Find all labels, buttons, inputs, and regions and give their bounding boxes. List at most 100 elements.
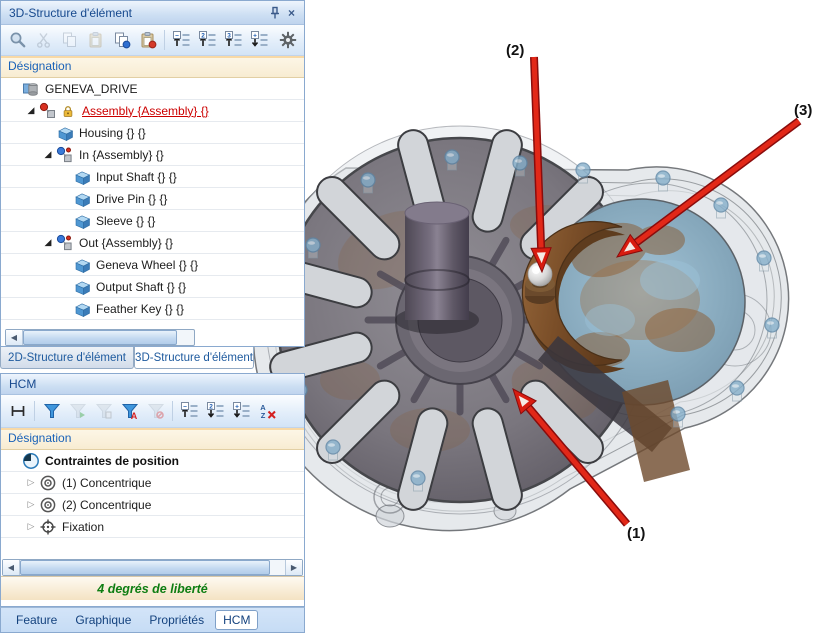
cut-button[interactable] [31, 28, 56, 53]
tree-row[interactable]: Input Shaft {} {} [1, 166, 304, 188]
close-icon[interactable]: × [283, 5, 300, 21]
constraints-icon [21, 452, 41, 470]
paste-button[interactable] [83, 28, 108, 53]
svg-text:A: A [130, 411, 137, 420]
bottom-tab-graphique[interactable]: Graphique [68, 611, 138, 629]
tree-item-label: Geneva Wheel {} {} [96, 258, 198, 272]
copy-special-icon [113, 31, 131, 49]
tree-row[interactable]: ▷ Fixation [1, 516, 304, 538]
sort-remove-icon: AZ [259, 402, 277, 420]
annotation-label-3: (3) [794, 102, 812, 119]
cut-icon [35, 31, 53, 49]
paste-special-icon [139, 31, 157, 49]
filter-warning-button[interactable]: A [117, 399, 142, 424]
tree-up-3-icon: 3 [225, 31, 243, 49]
tree-row[interactable]: Output Shaft {} {} [1, 276, 304, 298]
tree-item-label: (1) Concentrique [62, 476, 151, 490]
filter-stop-button[interactable] [143, 399, 168, 424]
expand-level-2-button[interactable]: 2 [195, 28, 220, 53]
scroll-thumb[interactable] [20, 560, 270, 575]
tree-row[interactable]: ◢ Out {Assembly} {} [1, 232, 304, 254]
hcm-titlebar: HCM [1, 374, 304, 395]
scroll-left-icon[interactable]: ◀ [6, 330, 23, 345]
tree-item-label: Output Shaft {} {} [96, 280, 186, 294]
scroll-track[interactable] [270, 560, 285, 575]
tree-up-minus-icon: − [181, 402, 199, 420]
expander-icon[interactable]: ▷ [24, 477, 38, 488]
tree-row[interactable]: Feather Key {} {} [1, 298, 304, 320]
annotation-label-2: (2) [506, 42, 524, 59]
assembly-sub-icon [55, 234, 75, 252]
tree-item-label: Contraintes de position [45, 454, 179, 468]
svg-text:3: 3 [227, 33, 231, 40]
funnel-warn-icon: A [121, 402, 139, 420]
tree-row[interactable]: Geneva Wheel {} {} [1, 254, 304, 276]
filter-doc-button[interactable] [91, 399, 116, 424]
filter-active-button[interactable] [39, 399, 64, 424]
funnel-blue-icon [43, 402, 61, 420]
expander-icon[interactable]: ◢ [41, 237, 55, 248]
structure-tree: GENEVA_DRIVE ◢ Assembly {Assembly} {} Housi… [1, 78, 304, 320]
search-icon [9, 31, 27, 49]
tree-item-label: Assembly {Assembly} {} [82, 104, 209, 118]
tree-row[interactable]: Sleeve {} {} [1, 210, 304, 232]
panel-3d-structure-titlebar: 3D-Structure d'élément × [1, 1, 304, 25]
remove-sort-button[interactable]: AZ [255, 399, 280, 424]
tree-row[interactable]: ◢ Assembly {Assembly} {} [1, 100, 304, 122]
measure-icon [9, 402, 27, 420]
tree-row[interactable]: Drive Pin {} {} [1, 188, 304, 210]
tree-item-label: Fixation [62, 520, 104, 534]
tree-item-label: Out {Assembly} {} [79, 236, 173, 250]
panel-title: 3D-Structure d'élément [9, 6, 266, 20]
tab-3d-structure[interactable]: 3D-Structure d'élément [134, 347, 254, 369]
tree-item-label: (2) Concentrique [62, 498, 151, 512]
expand-all-button[interactable]: + [247, 28, 272, 53]
structure-hscrollbar[interactable]: ◀ [5, 329, 195, 346]
hcm-toolbar: A −2 + AZ [1, 395, 304, 428]
tree-item-label: In {Assembly} {} [79, 148, 164, 162]
tree-row[interactable]: ▷ (2) Concentrique [1, 494, 304, 516]
tree-item-label: Input Shaft {} {} [96, 170, 177, 184]
search-button[interactable] [5, 28, 30, 53]
bottom-tab-feature[interactable]: Feature [9, 611, 64, 629]
tree-row[interactable]: ▷ (1) Concentrique [1, 472, 304, 494]
bottom-tab-hcm[interactable]: HCM [215, 610, 258, 630]
collapse-all-button[interactable]: − [169, 28, 194, 53]
tree-row[interactable]: Housing {} {} [1, 122, 304, 144]
filter-play-button[interactable] [65, 399, 90, 424]
collapse-all-button[interactable]: − [177, 399, 202, 424]
tree-down-plus-icon: + [233, 402, 251, 420]
expand-all-button[interactable]: + [229, 399, 254, 424]
constraint-distance-button[interactable] [5, 399, 30, 424]
hcm-hscrollbar[interactable]: ◀ ▶ [2, 559, 303, 576]
tree-up-minus-icon: − [173, 31, 191, 49]
expand-level-2-button[interactable]: 2 [203, 399, 228, 424]
svg-text:−: − [175, 33, 179, 40]
settings-icon [279, 31, 297, 49]
scroll-left-icon[interactable]: ◀ [3, 560, 20, 575]
tree-row[interactable]: ◢ In {Assembly} {} [1, 144, 304, 166]
pin-icon[interactable] [266, 5, 283, 21]
copy-icon [61, 31, 79, 49]
dof-status: 4 degrés de liberté [1, 576, 304, 600]
copy-special-button[interactable] [109, 28, 134, 53]
scroll-thumb[interactable] [23, 330, 177, 345]
scroll-track[interactable] [177, 330, 194, 345]
tree-row[interactable]: GENEVA_DRIVE [1, 78, 304, 100]
expander-icon[interactable]: ▷ [24, 521, 38, 532]
concentric-icon [38, 474, 58, 492]
copy-button[interactable] [57, 28, 82, 53]
bottom-tab-propriétés[interactable]: Propriétés [142, 611, 211, 629]
funnel-doc-icon [95, 402, 113, 420]
scroll-right-icon[interactable]: ▶ [285, 560, 302, 575]
structure-tabs: 2D-Structure d'élément3D-Structure d'élé… [0, 347, 254, 369]
tree-row[interactable]: Contraintes de position [1, 450, 304, 472]
expander-icon[interactable]: ▷ [24, 499, 38, 510]
settings-button[interactable] [275, 28, 300, 53]
expander-icon[interactable]: ◢ [41, 149, 55, 160]
panel-hcm: HCM A−2+AZ Désignation Contraintes de po… [0, 373, 305, 607]
expander-icon[interactable]: ◢ [24, 105, 38, 116]
tab-2d-structure[interactable]: 2D-Structure d'élément [0, 347, 134, 369]
paste-special-button[interactable] [135, 28, 160, 53]
expand-level-3-button[interactable]: 3 [221, 28, 246, 53]
